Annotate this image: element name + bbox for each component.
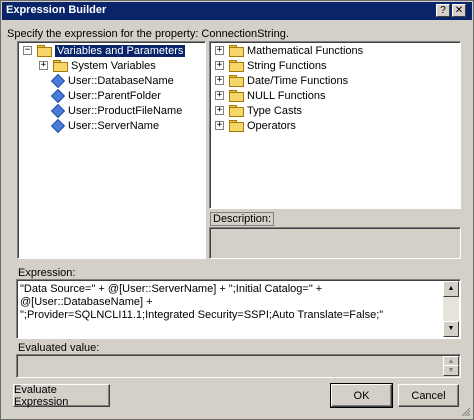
- tree-item-servername[interactable]: User::ServerName: [51, 118, 159, 133]
- tree-item-parentfolder[interactable]: User::ParentFolder: [51, 88, 161, 103]
- expression-builder-window: Expression Builder ? ✕ Specify the expre…: [0, 0, 474, 420]
- title-bar: Expression Builder ? ✕: [2, 2, 472, 20]
- description-box: [209, 227, 461, 259]
- expand-icon[interactable]: +: [215, 61, 224, 70]
- expand-icon[interactable]: +: [39, 61, 48, 70]
- help-button[interactable]: ?: [436, 4, 450, 17]
- tree-item-datetime[interactable]: + Date/Time Functions: [215, 73, 348, 88]
- tree-item-label: User::DatabaseName: [68, 74, 174, 87]
- variables-tree[interactable]: − Variables and Parameters + System Vari…: [17, 41, 206, 259]
- variable-icon: [51, 90, 63, 102]
- tree-item-label: Mathematical Functions: [247, 44, 364, 57]
- variable-icon: [51, 120, 63, 132]
- expand-icon[interactable]: +: [215, 76, 224, 85]
- tree-item-databasename[interactable]: User::DatabaseName: [51, 73, 174, 88]
- folder-icon: [229, 90, 244, 102]
- tree-item-label: System Variables: [71, 59, 156, 72]
- tree-root-label: Variables and Parameters: [55, 44, 186, 57]
- window-title: Expression Builder: [6, 4, 107, 16]
- tree-item-label: User::ProductFileName: [68, 104, 183, 117]
- tree-item-label: String Functions: [247, 59, 327, 72]
- folder-icon: [229, 60, 244, 72]
- tree-item-label: Date/Time Functions: [247, 74, 349, 87]
- tree-item-label: NULL Functions: [247, 89, 326, 102]
- close-button[interactable]: ✕: [452, 4, 466, 17]
- expand-icon[interactable]: +: [215, 46, 224, 55]
- expression-text: "Data Source=" + @[User::ServerName] + "…: [20, 283, 440, 322]
- expand-icon[interactable]: +: [215, 106, 224, 115]
- tree-item-typecasts[interactable]: + Type Casts: [215, 103, 302, 118]
- tree-item-label: Operators: [247, 119, 296, 132]
- ok-button[interactable]: OK: [330, 383, 393, 408]
- tree-item-label: User::ParentFolder: [68, 89, 161, 102]
- resize-grip-icon[interactable]: [461, 407, 471, 417]
- expression-textarea[interactable]: "Data Source=" + @[User::ServerName] + "…: [16, 279, 461, 339]
- tree-root-variables[interactable]: − Variables and Parameters: [23, 43, 186, 58]
- folder-icon: [53, 60, 68, 72]
- description-label: Description:: [210, 212, 275, 226]
- variable-icon: [51, 75, 63, 87]
- cancel-button[interactable]: Cancel: [398, 384, 459, 407]
- evaluated-scrollbar: ▲ ▼: [443, 356, 459, 376]
- folder-icon: [229, 45, 244, 57]
- tree-item-label: Type Casts: [247, 104, 303, 117]
- evaluated-value-label: Evaluated value:: [18, 342, 100, 354]
- tree-item-label: User::ServerName: [68, 119, 160, 132]
- expand-icon[interactable]: +: [215, 91, 224, 100]
- tree-item-system-variables[interactable]: + System Variables: [39, 58, 156, 73]
- folder-icon: [229, 120, 244, 132]
- expression-line-2: ";Provider=SQLNCLI11.1;Integrated Securi…: [20, 309, 384, 321]
- tree-item-operators[interactable]: + Operators: [215, 118, 296, 133]
- folder-open-icon: [37, 45, 52, 57]
- tree-item-string[interactable]: + String Functions: [215, 58, 326, 73]
- tree-item-mathematical[interactable]: + Mathematical Functions: [215, 43, 363, 58]
- evaluate-expression-button[interactable]: Evaluate Expression: [13, 384, 110, 408]
- expand-icon[interactable]: +: [215, 121, 224, 130]
- expression-label: Expression:: [18, 267, 76, 279]
- evaluated-value-box: ▲ ▼: [16, 354, 461, 378]
- collapse-icon[interactable]: −: [23, 46, 32, 55]
- scroll-down-icon: ▼: [443, 365, 459, 376]
- expression-line-1: "Data Source=" + @[User::ServerName] + "…: [20, 283, 323, 308]
- scroll-up-icon[interactable]: ▲: [443, 281, 459, 297]
- scroll-down-icon[interactable]: ▼: [443, 321, 459, 337]
- tree-item-null[interactable]: + NULL Functions: [215, 88, 325, 103]
- folder-icon: [229, 75, 244, 87]
- instruction-label: Specify the expression for the property:…: [7, 28, 289, 40]
- variable-icon: [51, 105, 63, 117]
- folder-icon: [229, 105, 244, 117]
- functions-tree[interactable]: + Mathematical Functions + String Functi…: [209, 41, 461, 209]
- tree-item-productfilename[interactable]: User::ProductFileName: [51, 103, 182, 118]
- expression-scrollbar[interactable]: ▲ ▼: [443, 281, 459, 337]
